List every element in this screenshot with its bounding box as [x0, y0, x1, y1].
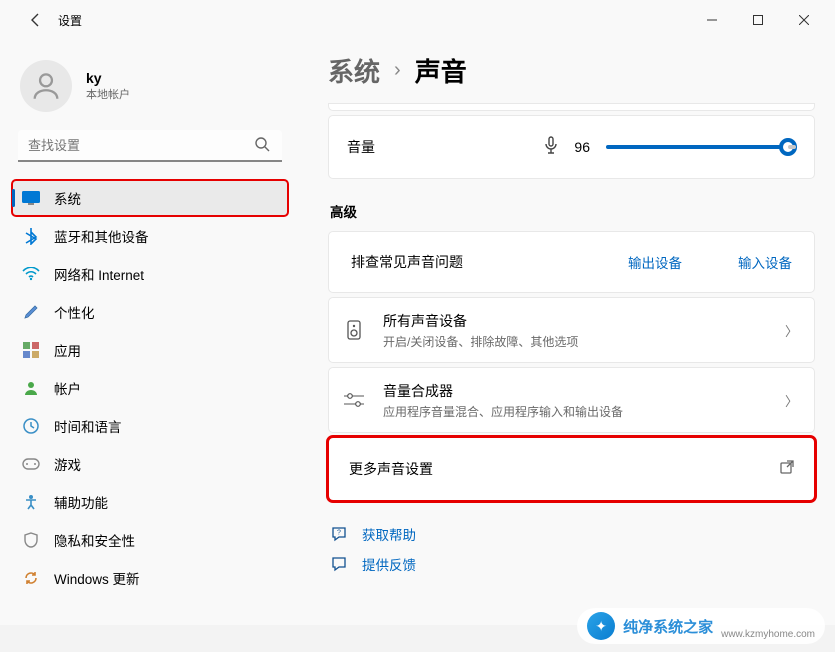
- titlebar: 设置: [0, 0, 835, 40]
- brush-icon: [22, 303, 40, 321]
- sidebar-item-accessibility[interactable]: 辅助功能: [12, 484, 288, 520]
- shield-icon: [22, 531, 40, 549]
- sidebar-item-label: 隐私和安全性: [54, 530, 135, 550]
- username: ky: [86, 70, 130, 86]
- chevron-right-icon: 〉: [785, 321, 798, 340]
- clock-icon: [22, 417, 40, 435]
- watermark-logo-icon: ✦: [587, 612, 615, 640]
- window-controls: [689, 4, 827, 36]
- link-label: 获取帮助: [362, 524, 416, 544]
- user-info[interactable]: ky 本地帐户: [0, 48, 300, 130]
- user-icon: [29, 69, 63, 103]
- open-external-icon: [780, 460, 794, 479]
- give-feedback-link[interactable]: 提供反馈: [330, 549, 815, 579]
- watermark: ✦ 纯净系统之家 www.kzmyhome.com: [577, 608, 825, 644]
- volume-label: 音量: [347, 137, 375, 157]
- main-pane: 系统 › 声音 音量 96 高级 排查常见声音问题 输出设: [300, 40, 835, 625]
- sidebar-item-label: 系统: [54, 188, 81, 208]
- troubleshoot-label: 排查常见声音问题: [351, 252, 463, 272]
- card-subtitle: 开启/关闭设备、排除故障、其他选项: [383, 333, 578, 350]
- footer-links: ? 获取帮助 提供反馈: [328, 505, 815, 579]
- sidebar-item-label: 网络和 Internet: [54, 264, 144, 284]
- minimize-button[interactable]: [689, 4, 735, 36]
- sidebar-item-network[interactable]: 网络和 Internet: [12, 256, 288, 292]
- breadcrumb-current: 声音: [415, 52, 467, 89]
- settings-window: 设置 ky 本地帐户: [0, 0, 835, 625]
- sidebar-item-update[interactable]: Windows 更新: [12, 560, 288, 596]
- output-devices-link[interactable]: 输出设备: [628, 252, 682, 272]
- sidebar-item-label: 时间和语言: [54, 416, 122, 436]
- volume-value: 96: [574, 139, 590, 155]
- sidebar-item-label: 蓝牙和其他设备: [54, 226, 149, 246]
- speaker-icon: [343, 320, 365, 340]
- get-help-link[interactable]: ? 获取帮助: [330, 519, 815, 549]
- sidebar-item-gaming[interactable]: 游戏: [12, 446, 288, 482]
- wifi-icon: [22, 265, 40, 283]
- input-devices-link[interactable]: 输入设备: [738, 252, 792, 272]
- card-title: 音量合成器: [383, 381, 623, 401]
- watermark-brand: 纯净系统之家: [623, 616, 713, 637]
- more-sound-settings-card[interactable]: 更多声音设置: [328, 437, 815, 501]
- help-icon: ?: [330, 526, 348, 542]
- bluetooth-icon: [22, 227, 40, 245]
- avatar: [20, 60, 72, 112]
- apps-icon: [22, 341, 40, 359]
- sidebar-item-label: 帐户: [54, 378, 81, 398]
- gamepad-icon: [22, 455, 40, 473]
- chevron-right-icon: 〉: [785, 391, 798, 410]
- account-icon: [22, 379, 40, 397]
- all-sound-devices-card[interactable]: 所有声音设备 开启/关闭设备、排除故障、其他选项 〉: [328, 297, 815, 363]
- slider-thumb[interactable]: [779, 138, 797, 156]
- troubleshoot-card: 排查常见声音问题 输出设备 输入设备: [328, 231, 815, 293]
- sidebar-item-label: 应用: [54, 340, 81, 360]
- user-subtitle: 本地帐户: [86, 86, 130, 102]
- sidebar-item-privacy[interactable]: 隐私和安全性: [12, 522, 288, 558]
- volume-slider[interactable]: [606, 145, 796, 149]
- watermark-url: www.kzmyhome.com: [721, 629, 815, 640]
- card-stub: [328, 103, 815, 111]
- sidebar-item-label: 游戏: [54, 454, 81, 474]
- volume-mixer-card[interactable]: 音量合成器 应用程序音量混合、应用程序输入和输出设备 〉: [328, 367, 815, 433]
- mixer-icon: [343, 392, 365, 408]
- microphone-icon[interactable]: [544, 136, 558, 159]
- breadcrumb: 系统 › 声音: [328, 52, 815, 89]
- card-subtitle: 应用程序音量混合、应用程序输入和输出设备: [383, 403, 623, 420]
- search-icon: [254, 136, 270, 157]
- sidebar-item-time-language[interactable]: 时间和语言: [12, 408, 288, 444]
- sidebar-item-label: 辅助功能: [54, 492, 108, 512]
- maximize-button[interactable]: [735, 4, 781, 36]
- sidebar-item-bluetooth[interactable]: 蓝牙和其他设备: [12, 218, 288, 254]
- arrow-left-icon: [28, 12, 44, 28]
- section-advanced: 高级: [330, 201, 815, 221]
- more-sound-label: 更多声音设置: [349, 459, 433, 479]
- sidebar-item-label: Windows 更新: [54, 568, 140, 588]
- search-input[interactable]: [18, 130, 282, 162]
- chevron-right-icon: ›: [394, 59, 401, 82]
- sidebar-item-accounts[interactable]: 帐户: [12, 370, 288, 406]
- nav-list: 系统 蓝牙和其他设备 网络和 Internet 个性化 应用: [0, 174, 300, 596]
- breadcrumb-parent[interactable]: 系统: [328, 52, 380, 89]
- card-title: 所有声音设备: [383, 311, 578, 331]
- update-icon: [22, 569, 40, 587]
- accessibility-icon: [22, 493, 40, 511]
- link-label: 提供反馈: [362, 554, 416, 574]
- sidebar-item-personalization[interactable]: 个性化: [12, 294, 288, 330]
- close-button[interactable]: [781, 4, 827, 36]
- app-title: 设置: [58, 12, 82, 29]
- svg-text:?: ?: [337, 530, 341, 537]
- sidebar-item-system[interactable]: 系统: [12, 180, 288, 216]
- sidebar: ky 本地帐户 系统 蓝牙和其他设备: [0, 40, 300, 625]
- sidebar-item-apps[interactable]: 应用: [12, 332, 288, 368]
- volume-card[interactable]: 音量 96: [328, 115, 815, 179]
- feedback-icon: [330, 556, 348, 572]
- back-button[interactable]: [18, 2, 54, 38]
- sidebar-item-label: 个性化: [54, 302, 95, 322]
- system-icon: [22, 189, 40, 207]
